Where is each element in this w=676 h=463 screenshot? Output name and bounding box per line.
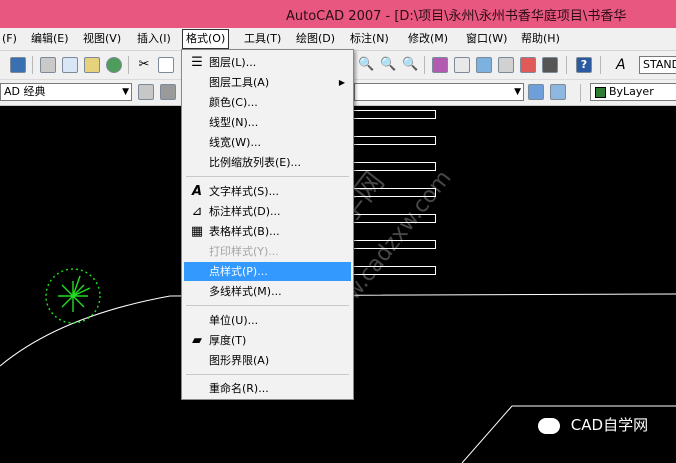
- publish-icon[interactable]: [84, 57, 100, 73]
- layer-previous-icon[interactable]: [550, 84, 566, 100]
- menu-item-label: 重命名(R)...: [209, 382, 269, 395]
- menu-separator: [186, 374, 349, 375]
- menu-item-text-style[interactable]: A 文字样式(S)...: [184, 182, 351, 201]
- color-swatch: [595, 87, 606, 98]
- workspace-value: AD 经典: [4, 85, 46, 98]
- print-preview-icon[interactable]: [62, 57, 78, 73]
- menu-item-label: 点样式(P)...: [209, 265, 268, 278]
- thickness-icon: ▰: [192, 333, 202, 348]
- chevron-down-icon: ▼: [122, 87, 129, 97]
- menu-item-plot-style: 打印样式(Y)...: [184, 242, 351, 261]
- chevron-down-icon: ▼: [514, 87, 521, 97]
- menu-tools[interactable]: 工具(T): [244, 31, 281, 47]
- menu-item-linetype[interactable]: 线型(N)...: [184, 113, 351, 132]
- window-title: AutoCAD 2007 - [D:\项目\永州\永州书香华庭项目\书香华: [286, 9, 627, 24]
- scissors-icon[interactable]: ✂: [136, 57, 152, 73]
- menu-item-label: 比例缩放列表(E)...: [209, 156, 302, 169]
- menu-item-label: 线宽(W)...: [209, 136, 261, 149]
- menu-view[interactable]: 视图(V): [83, 31, 121, 47]
- brand-label: CAD自学网: [570, 416, 649, 434]
- zoom-realtime-icon[interactable]: 🔍: [358, 57, 374, 73]
- toolbar-separator: [566, 56, 567, 74]
- print-icon[interactable]: [40, 57, 56, 73]
- tool-palettes-icon[interactable]: [476, 57, 492, 73]
- menu-item-lineweight[interactable]: 线宽(W)...: [184, 133, 351, 152]
- submenu-arrow-icon: ▶: [338, 78, 345, 87]
- layer-combo[interactable]: ▼: [354, 83, 524, 101]
- tree-symbol: [45, 268, 101, 324]
- menu-item-units[interactable]: 单位(U)...: [184, 311, 351, 330]
- text-style-icon: A: [191, 184, 203, 199]
- design-center-icon[interactable]: [454, 57, 470, 73]
- menu-modify[interactable]: 修改(M): [408, 31, 448, 47]
- menu-insert[interactable]: 插入(I): [137, 31, 171, 47]
- menu-item-label: 图层工具(A): [209, 76, 270, 89]
- layers-icon: ☰: [191, 55, 203, 70]
- dimension-style-icon: ⊿: [191, 204, 203, 219]
- menu-item-dimension-style[interactable]: ⊿ 标注样式(D)...: [184, 202, 351, 221]
- toolbar-separator: [128, 56, 129, 74]
- menu-separator: [186, 305, 349, 306]
- calculator-icon[interactable]: [542, 57, 558, 73]
- properties-icon[interactable]: [432, 57, 448, 73]
- layer-manager-icon[interactable]: [160, 84, 176, 100]
- menu-item-table-style[interactable]: ▦ 表格样式(B)...: [184, 222, 351, 241]
- menu-format[interactable]: 格式(O): [182, 29, 230, 49]
- workspace-settings-icon[interactable]: [138, 84, 154, 100]
- menu-window[interactable]: 窗口(W): [466, 31, 507, 47]
- toolbar-separator: [600, 56, 601, 74]
- menu-item-point-style[interactable]: 点样式(P)...: [184, 262, 351, 281]
- menu-item-layer-tools[interactable]: 图层工具(A) ▶: [184, 73, 351, 92]
- color-value: ByLayer: [609, 85, 654, 98]
- menu-item-drawing-limits[interactable]: 图形界限(A): [184, 351, 351, 370]
- globe-icon[interactable]: [106, 57, 122, 73]
- menu-item-label: 图层(L)...: [209, 56, 257, 69]
- menu-item-label: 厚度(T): [209, 334, 247, 347]
- workspace-combo[interactable]: AD 经典 ▼: [0, 83, 132, 101]
- table-style-icon: ▦: [190, 224, 204, 239]
- menu-draw[interactable]: 绘图(D): [296, 31, 335, 47]
- menu-edit[interactable]: 编辑(E): [31, 31, 69, 47]
- menu-item-label: 文字样式(S)...: [209, 185, 280, 198]
- menu-item-rename[interactable]: 重命名(R)...: [184, 379, 351, 398]
- make-current-layer-icon[interactable]: [528, 84, 544, 100]
- menu-file[interactable]: (F): [2, 31, 17, 47]
- text-style-icon[interactable]: A: [616, 57, 632, 73]
- menu-item-label: 打印样式(Y)...: [209, 245, 279, 258]
- menu-item-layer[interactable]: ☰ 图层(L)...: [184, 53, 351, 72]
- menu-item-label: 单位(U)...: [209, 314, 259, 327]
- menu-item-multiline-style[interactable]: 多线样式(M)...: [184, 282, 351, 301]
- toolbar-separator: [424, 56, 425, 74]
- menu-item-label: 多线样式(M)...: [209, 285, 282, 298]
- toolbar-separator: [580, 84, 581, 102]
- title-bar: AutoCAD 2007 - [D:\项目\永州\永州书香华庭项目\书香华: [0, 0, 676, 28]
- menu-item-label: 标注样式(D)...: [209, 205, 281, 218]
- toolbar-separator: [32, 56, 33, 74]
- menu-item-label: 图形界限(A): [209, 354, 270, 367]
- menu-bar: (F) 编辑(E) 视图(V) 插入(I) 格式(O) 工具(T) 绘图(D) …: [0, 28, 676, 51]
- markup-icon[interactable]: [520, 57, 536, 73]
- menu-help[interactable]: 帮助(H): [521, 31, 560, 47]
- copy-icon[interactable]: [158, 57, 174, 73]
- zoom-previous-icon[interactable]: 🔍: [402, 57, 418, 73]
- color-combo[interactable]: ByLayer: [590, 83, 676, 101]
- save-icon[interactable]: [10, 57, 26, 73]
- menu-dimension[interactable]: 标注(N): [350, 31, 389, 47]
- menu-item-label: 线型(N)...: [209, 116, 259, 129]
- brand-logo: CAD自学网: [538, 413, 648, 437]
- sheet-set-icon[interactable]: [498, 57, 514, 73]
- text-style-combo[interactable]: STANDA: [639, 56, 676, 74]
- menu-separator: [186, 176, 349, 177]
- menu-item-label: 表格样式(B)...: [209, 225, 280, 238]
- wechat-icon: [538, 417, 560, 434]
- format-menu-dropdown: ☰ 图层(L)... 图层工具(A) ▶ 颜色(C)... 线型(N)... 线…: [181, 49, 354, 400]
- menu-item-label: 颜色(C)...: [209, 96, 258, 109]
- menu-item-color[interactable]: 颜色(C)...: [184, 93, 351, 112]
- help-icon[interactable]: ?: [576, 57, 592, 73]
- menu-item-thickness[interactable]: ▰ 厚度(T): [184, 331, 351, 350]
- menu-item-scale-list[interactable]: 比例缩放列表(E)...: [184, 153, 351, 172]
- zoom-window-icon[interactable]: 🔍: [380, 57, 396, 73]
